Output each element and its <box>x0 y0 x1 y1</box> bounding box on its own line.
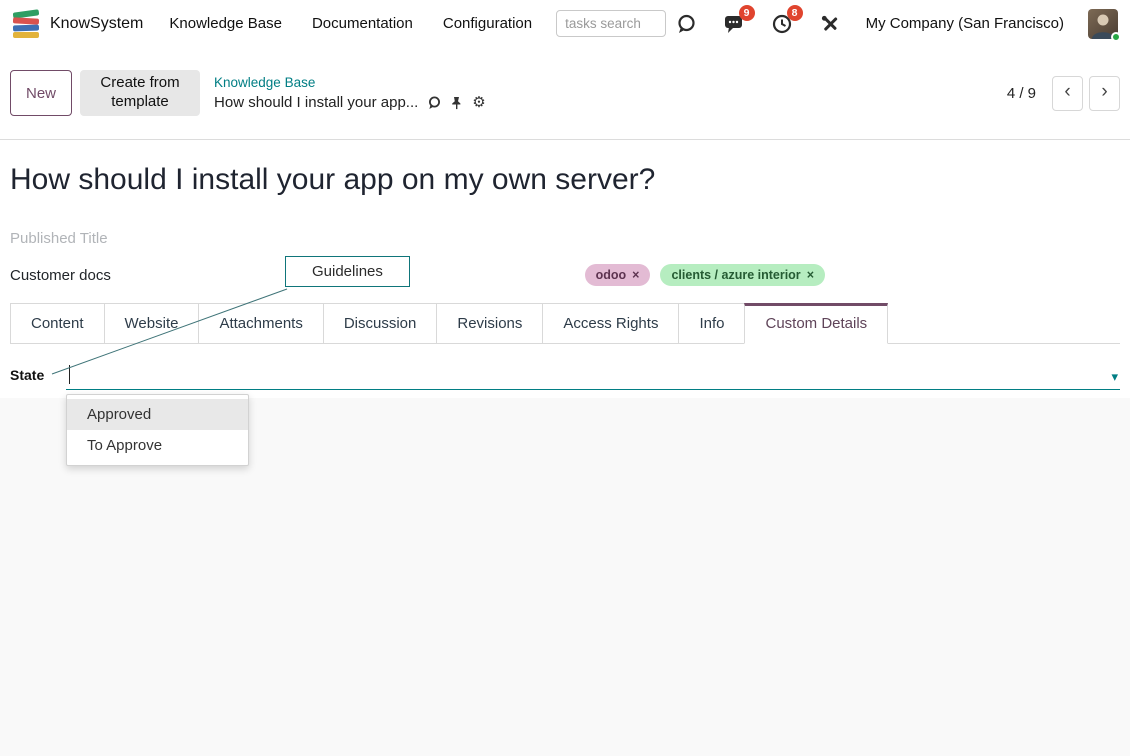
tag-label: clients / azure interior <box>671 268 800 282</box>
meta-row: Customer docs odoo × clients / azure int… <box>10 259 1120 291</box>
activities-icon[interactable]: 8 <box>770 12 794 36</box>
section-field[interactable]: Customer docs <box>10 267 111 284</box>
app-name: KnowSystem <box>50 15 143 33</box>
menu-knowledge-base[interactable]: Knowledge Base <box>169 15 282 32</box>
online-status-dot <box>1111 32 1121 42</box>
pager-counter: 4 / 9 <box>1007 85 1036 102</box>
chatter-toggle-icon[interactable] <box>427 96 441 110</box>
option-approved[interactable]: Approved <box>67 399 248 430</box>
tools-icon[interactable] <box>818 12 842 36</box>
messages-badge: 9 <box>739 5 755 21</box>
tab-content[interactable]: Content <box>10 303 105 343</box>
app-logo-icon[interactable] <box>12 9 42 39</box>
main-menu: Knowledge Base Documentation Configurati… <box>169 15 532 32</box>
menu-configuration[interactable]: Configuration <box>443 15 532 32</box>
published-title-input[interactable]: Published Title <box>10 230 1120 247</box>
top-navbar: KnowSystem Knowledge Base Documentation … <box>0 0 1130 47</box>
company-switcher[interactable]: My Company (San Francisco) <box>866 15 1064 32</box>
discuss-icon[interactable] <box>674 12 698 36</box>
pager-prev-button[interactable]: ‹ <box>1052 76 1083 111</box>
option-to-approve[interactable]: To Approve <box>67 430 248 461</box>
activities-badge: 8 <box>787 5 803 21</box>
breadcrumb: Knowledge Base How should I install your… <box>214 75 486 111</box>
new-button[interactable]: New <box>10 70 72 116</box>
tab-attachments[interactable]: Attachments <box>198 303 323 343</box>
tag-remove-icon[interactable]: × <box>632 268 639 282</box>
guideline-popup: Guidelines <box>285 256 410 287</box>
navbar-right: 9 8 My Company (San Francisco) <box>674 9 1118 39</box>
tab-info[interactable]: Info <box>678 303 745 343</box>
article-sheet: How should I install your app on my own … <box>0 140 1130 398</box>
pager-next-button[interactable]: › <box>1089 76 1120 111</box>
messages-icon[interactable]: 9 <box>722 12 746 36</box>
chevron-down-icon[interactable]: ▾ <box>1111 369 1118 385</box>
tag-clients-azure-interior[interactable]: clients / azure interior × <box>660 264 825 286</box>
tag-odoo[interactable]: odoo × <box>585 264 651 286</box>
text-cursor <box>69 365 70 384</box>
tab-website[interactable]: Website <box>104 303 200 343</box>
menu-documentation[interactable]: Documentation <box>312 15 413 32</box>
state-field-row: State ▾ Approved To Approve <box>10 354 1120 390</box>
page: KnowSystem Knowledge Base Documentation … <box>0 0 1130 756</box>
tab-revisions[interactable]: Revisions <box>436 303 543 343</box>
tab-custom-details[interactable]: Custom Details <box>744 303 888 344</box>
state-input[interactable]: ▾ <box>66 360 1120 390</box>
notebook-tabs: Content Website Attachments Discussion R… <box>10 303 1120 344</box>
pager: 4 / 9 ‹ › <box>1007 76 1120 111</box>
state-dropdown-menu: Approved To Approve <box>66 394 249 466</box>
pin-icon[interactable] <box>450 96 463 110</box>
tag-label: odoo <box>596 268 627 282</box>
user-avatar[interactable] <box>1088 9 1118 39</box>
state-field-label: State <box>10 367 66 390</box>
create-from-template-button[interactable]: Create from template <box>80 70 200 116</box>
control-panel: New Create from template Knowledge Base … <box>0 47 1130 140</box>
tags-list: odoo × clients / azure interior × <box>585 264 825 286</box>
gear-icon[interactable]: ⚙ <box>472 95 485 110</box>
search-input[interactable] <box>556 10 666 37</box>
tab-discussion[interactable]: Discussion <box>323 303 438 343</box>
tag-remove-icon[interactable]: × <box>807 268 814 282</box>
tab-access-rights[interactable]: Access Rights <box>542 303 679 343</box>
breadcrumb-parent-link[interactable]: Knowledge Base <box>214 75 486 90</box>
breadcrumb-current: How should I install your app... <box>214 94 418 111</box>
article-title-input[interactable]: How should I install your app on my own … <box>10 160 1120 200</box>
